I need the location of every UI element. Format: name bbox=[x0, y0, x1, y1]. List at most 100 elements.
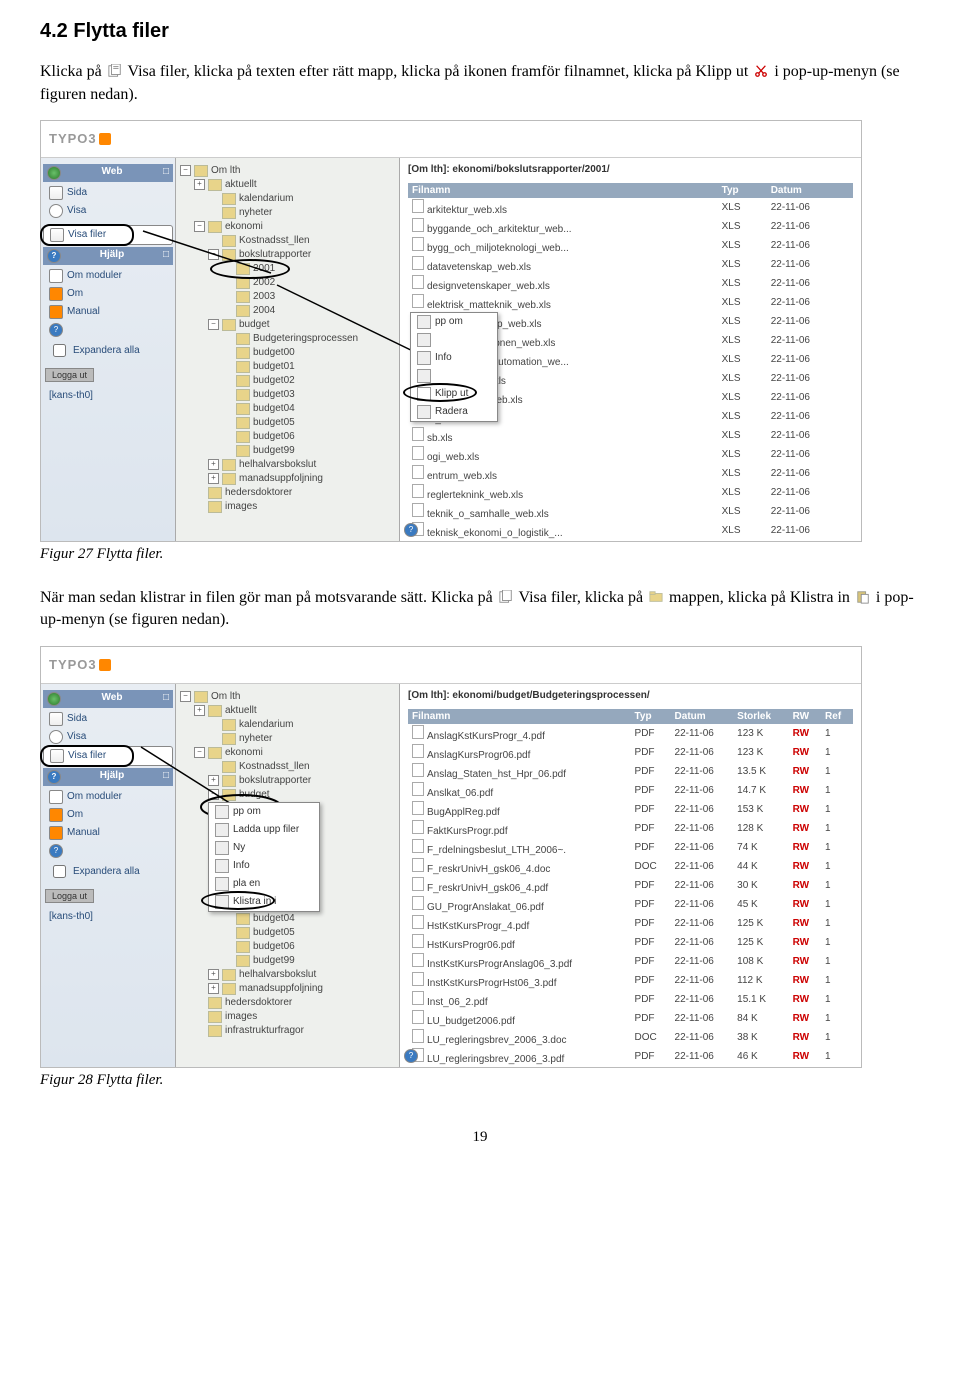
tree-root[interactable]: −Om lth bbox=[180, 164, 395, 178]
nav-om-moduler[interactable]: Om moduler bbox=[43, 267, 173, 285]
expand-checkbox[interactable] bbox=[53, 865, 66, 878]
table-row[interactable]: AnslagKstKursProgr_4.pdfPDF22-11-06123 K… bbox=[408, 724, 853, 743]
tree-item[interactable]: +aktuellt bbox=[180, 704, 395, 718]
col-header[interactable]: Datum bbox=[671, 709, 734, 724]
nav-om[interactable]: Om bbox=[43, 285, 173, 303]
table-row[interactable]: teknik_o_samhalle_web.xlsXLS22-11-06 bbox=[408, 502, 853, 521]
ctx-item[interactable]: Klistra in i bbox=[209, 893, 319, 911]
tree-item[interactable]: hedersdoktorer bbox=[180, 996, 395, 1010]
table-row[interactable]: AnslagKursProgr06.pdfPDF22-11-06123 KRW1 bbox=[408, 743, 853, 762]
nav-section-web[interactable]: Web□ bbox=[43, 690, 173, 708]
tree-item[interactable]: 2002 bbox=[180, 276, 395, 290]
table-row[interactable]: designvetenskaper_web.xlsXLS22-11-06 bbox=[408, 274, 853, 293]
nav-manual[interactable]: Manual bbox=[43, 824, 173, 842]
table-row[interactable]: HstKursProgr06.pdfPDF22-11-06125 KRW1 bbox=[408, 933, 853, 952]
nav-section-web[interactable]: Web□ bbox=[43, 164, 173, 182]
table-row[interactable]: Programfaktor_06.pdfPDF22-11-0610.6 KRW1 bbox=[408, 1066, 853, 1067]
nav-visa-filer[interactable]: Visa filer bbox=[43, 746, 173, 766]
tree-item[interactable]: budget99 bbox=[180, 954, 395, 968]
col-header[interactable]: Filnamn bbox=[408, 183, 718, 198]
ctx-item[interactable]: Ny bbox=[209, 839, 319, 857]
nav-expand-all[interactable]: Expandera alla bbox=[43, 339, 173, 362]
table-row[interactable]: entrum_web.xlsXLS22-11-06 bbox=[408, 464, 853, 483]
nav-sida[interactable]: Sida bbox=[43, 184, 173, 202]
tree-item[interactable]: infrastrukturfragor bbox=[180, 1024, 395, 1038]
tree-item[interactable]: Budgeteringsprocessen bbox=[180, 332, 395, 346]
col-header[interactable]: Typ bbox=[718, 183, 767, 198]
table-row[interactable]: LU_regleringsbrev_2006_3.pdfPDF22-11-064… bbox=[408, 1047, 853, 1066]
tree-item[interactable]: −bokslutrapporter bbox=[180, 248, 395, 262]
ctx-item[interactable] bbox=[411, 367, 497, 385]
ctx-item[interactable]: Ladda upp filer bbox=[209, 821, 319, 839]
col-header[interactable]: RW bbox=[789, 709, 821, 724]
table-row[interactable]: Inst_06_2.pdfPDF22-11-0615.1 KRW1 bbox=[408, 990, 853, 1009]
nav-om-moduler[interactable]: Om moduler bbox=[43, 788, 173, 806]
table-row[interactable]: F_reskrUnivH_gsk06_4.docDOC22-11-0644 KR… bbox=[408, 857, 853, 876]
tree-item[interactable]: +bokslutrapporter bbox=[180, 774, 395, 788]
table-row[interactable]: Anslag_Staten_hst_Hpr_06.pdfPDF22-11-061… bbox=[408, 762, 853, 781]
table-row[interactable]: LU_regleringsbrev_2006_3.docDOC22-11-063… bbox=[408, 1028, 853, 1047]
nav-section-hjalp[interactable]: ?Hjälp□ bbox=[43, 768, 173, 786]
table-row[interactable]: Anslkat_06.pdfPDF22-11-0614.7 KRW1 bbox=[408, 781, 853, 800]
ctx-item[interactable]: pp om bbox=[411, 313, 497, 331]
tree-item[interactable]: budget05 bbox=[180, 416, 395, 430]
tree-item[interactable]: budget00 bbox=[180, 346, 395, 360]
tree-item[interactable]: budget02 bbox=[180, 374, 395, 388]
table-row[interactable]: LU_budget2006.pdfPDF22-11-0684 KRW1 bbox=[408, 1009, 853, 1028]
tree-item[interactable]: +aktuellt bbox=[180, 178, 395, 192]
tree-item[interactable]: +helhalvarsbokslut bbox=[180, 458, 395, 472]
context-menu[interactable]: pp omLadda upp filerNyInfopla enKlistra … bbox=[208, 802, 320, 912]
ctx-item[interactable]: pp om bbox=[209, 803, 319, 821]
nav-manual[interactable]: Manual bbox=[43, 303, 173, 321]
table-row[interactable]: datavetenskap_web.xlsXLS22-11-06 bbox=[408, 255, 853, 274]
tree-item[interactable]: −ekonomi bbox=[180, 220, 395, 234]
table-row[interactable]: BugApplReg.pdfPDF22-11-06153 KRW1 bbox=[408, 800, 853, 819]
tree-item[interactable]: nyheter bbox=[180, 206, 395, 220]
tree-item[interactable]: budget04 bbox=[180, 912, 395, 926]
table-row[interactable]: ogi_web.xlsXLS22-11-06 bbox=[408, 445, 853, 464]
expand-checkbox[interactable] bbox=[53, 344, 66, 357]
tree-item[interactable]: +helhalvarsbokslut bbox=[180, 968, 395, 982]
nav-sida[interactable]: Sida bbox=[43, 710, 173, 728]
table-row[interactable]: F_rdelningsbeslut_LTH_2006~.PDF22-11-067… bbox=[408, 838, 853, 857]
tree-item[interactable]: budget99 bbox=[180, 444, 395, 458]
tree-item[interactable]: images bbox=[180, 500, 395, 514]
col-header[interactable]: Ref bbox=[821, 709, 853, 724]
logout-button[interactable]: Logga ut bbox=[45, 889, 94, 903]
nav-expand-all[interactable]: Expandera alla bbox=[43, 860, 173, 883]
tree-item[interactable]: budget06 bbox=[180, 940, 395, 954]
table-row[interactable]: HstKstKursProgr_4.pdfPDF22-11-06125 KRW1 bbox=[408, 914, 853, 933]
nav-section-hjalp[interactable]: ?Hjälp□ bbox=[43, 247, 173, 265]
tree-root[interactable]: −Om lth bbox=[180, 690, 395, 704]
table-row[interactable]: reglerteknink_web.xlsXLS22-11-06 bbox=[408, 483, 853, 502]
help-icon-bottom[interactable]: ? bbox=[404, 523, 418, 537]
table-row[interactable]: arkitektur_web.xlsXLS22-11-06 bbox=[408, 198, 853, 217]
tree-item[interactable]: 2004 bbox=[180, 304, 395, 318]
tree-item[interactable]: Kostnadsst_llen bbox=[180, 760, 395, 774]
tree-item[interactable]: budget06 bbox=[180, 430, 395, 444]
nav-visa-filer[interactable]: Visa filer bbox=[43, 225, 173, 245]
ctx-item[interactable]: Info bbox=[209, 857, 319, 875]
context-menu[interactable]: pp omInfoKlipp utRadera bbox=[410, 312, 498, 422]
tree-item[interactable]: budget05 bbox=[180, 926, 395, 940]
nav-visa[interactable]: Visa bbox=[43, 728, 173, 746]
folder-tree[interactable]: −Om lth+aktuelltkalendariumnyheter−ekono… bbox=[176, 684, 400, 1067]
tree-item[interactable]: +manadsuppfoljning bbox=[180, 982, 395, 996]
table-row[interactable]: byggande_och_arkitektur_web...XLS22-11-0… bbox=[408, 217, 853, 236]
tree-item[interactable]: Kostnadsst_llen bbox=[180, 234, 395, 248]
table-row[interactable]: elektrisk_matteknik_web.xlsXLS22-11-06 bbox=[408, 293, 853, 312]
tree-item[interactable]: kalendarium bbox=[180, 718, 395, 732]
col-header[interactable]: Typ bbox=[631, 709, 671, 724]
tree-item[interactable]: budget03 bbox=[180, 388, 395, 402]
tree-item[interactable]: kalendarium bbox=[180, 192, 395, 206]
table-row[interactable]: F_reskrUnivH_gsk06_4.pdfPDF22-11-0630 KR… bbox=[408, 876, 853, 895]
tree-item[interactable]: 2001 bbox=[180, 262, 395, 276]
nav-help-q[interactable]: ? bbox=[43, 321, 173, 339]
nav-om[interactable]: Om bbox=[43, 806, 173, 824]
col-header[interactable]: Storlek bbox=[733, 709, 788, 724]
tree-item[interactable]: hedersdoktorer bbox=[180, 486, 395, 500]
nav-visa[interactable]: Visa bbox=[43, 202, 173, 220]
table-row[interactable]: telekommunikationssystem_we...XLS22-11-0… bbox=[408, 540, 853, 541]
tree-item[interactable]: −budget bbox=[180, 318, 395, 332]
ctx-item[interactable]: Radera bbox=[411, 403, 497, 421]
